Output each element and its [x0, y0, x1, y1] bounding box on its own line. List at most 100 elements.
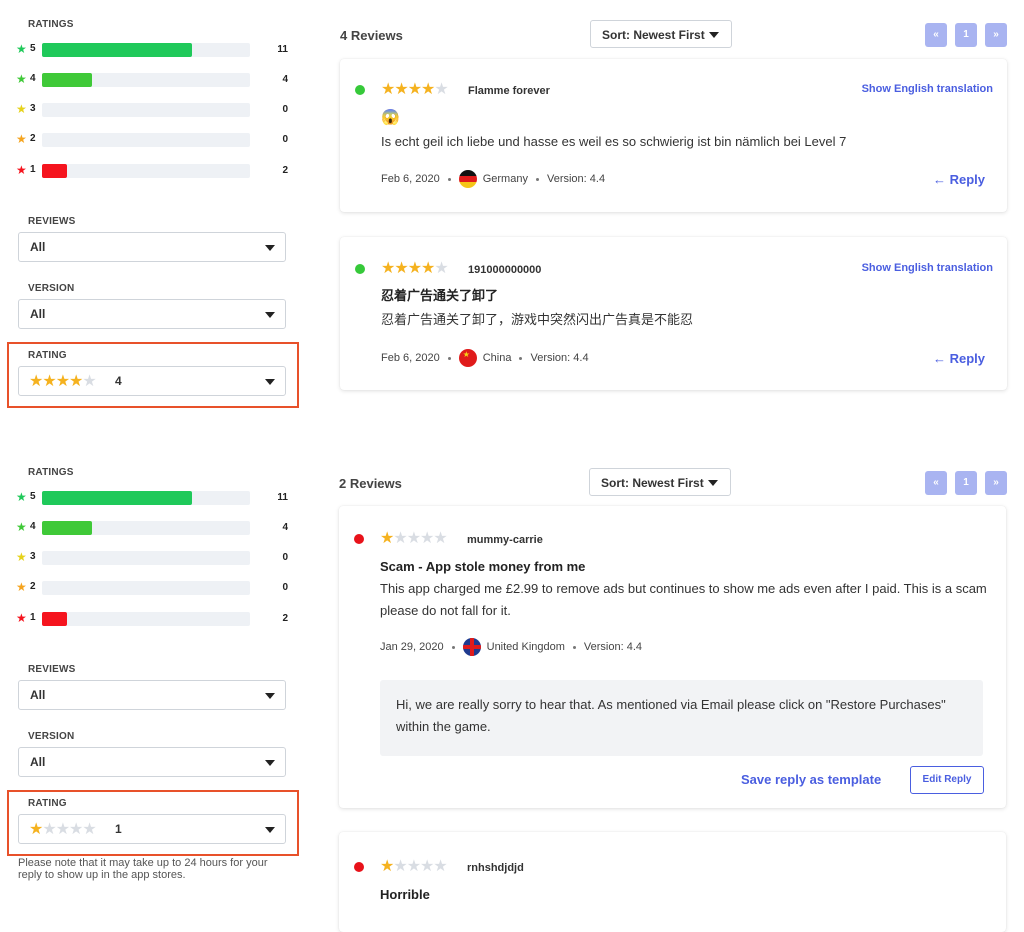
review-card: ★★★★★ Flamme forever Show English transl… [340, 59, 1007, 212]
review-author: rnhshdjdjd [467, 862, 524, 874]
rating-filter-stars-icon: ★★★★★ [29, 821, 97, 838]
caret-down-icon [265, 827, 275, 833]
review-country: United Kingdom [486, 641, 565, 653]
review-stars-icon: ★★★★★ [380, 530, 448, 547]
rating-level: 5 [30, 43, 36, 54]
rating-bar-track [42, 581, 250, 595]
rating-bar-track [42, 612, 250, 626]
review-panel-rating-1: RATINGS ★ 5 11 ★ 4 4 ★ 3 0 ★ 2 0 ★ 1 2 R… [0, 448, 1024, 932]
rating-count: 11 [277, 492, 288, 503]
rating-row-5[interactable]: ★ 5 11 [14, 490, 294, 505]
reply-delay-note: Please note that it may take up to 24 ho… [18, 857, 268, 881]
page-last-button[interactable]: » [985, 23, 1007, 47]
page-last-button[interactable]: » [985, 471, 1007, 495]
reviews-filter-dropdown[interactable]: All [18, 680, 286, 710]
star-icon: ★ [16, 580, 27, 594]
edit-reply-button[interactable]: Edit Reply [910, 766, 984, 794]
review-count: 2 Reviews [339, 476, 402, 491]
rating-bar-fill [42, 73, 92, 87]
review-title: 忍着广告通关了卸了 [381, 288, 499, 303]
rating-bar-track [42, 491, 250, 505]
rating-row-4[interactable]: ★ 4 4 [14, 520, 294, 535]
rating-count: 2 [282, 613, 288, 624]
review-count: 4 Reviews [340, 28, 403, 43]
star-icon: ★ [16, 611, 27, 625]
review-author: mummy-carrie [467, 534, 543, 546]
developer-reply-text: Hi, we are really sorry to hear that. As… [396, 697, 946, 734]
rating-row-5[interactable]: ★ 5 11 [14, 42, 294, 57]
rating-level: 4 [30, 73, 36, 84]
ratings-title: RATINGS [28, 467, 74, 478]
status-dot [355, 264, 365, 274]
rating-filter-dropdown[interactable]: ★★★★★ 4 [18, 366, 286, 396]
star-icon: ★ [16, 72, 27, 86]
version-filter-dropdown[interactable]: All [18, 747, 286, 777]
rating-level: 5 [30, 491, 36, 502]
version-filter-title: VERSION [28, 283, 75, 294]
sort-dropdown[interactable]: Sort: Newest First [590, 20, 732, 48]
rating-row-1[interactable]: ★ 1 2 [14, 611, 294, 626]
rating-bar-fill [42, 521, 92, 535]
rating-filter-dropdown[interactable]: ★★★★★ 1 [18, 814, 286, 844]
sort-label: Sort: Newest First [602, 28, 705, 42]
caret-down-icon [709, 32, 719, 38]
rating-count: 0 [282, 552, 288, 563]
rating-count: 2 [282, 165, 288, 176]
rating-bar-track [42, 133, 250, 147]
rating-bar-track [42, 43, 250, 57]
reply-button[interactable]: ← Reply [933, 351, 985, 367]
rating-row-3[interactable]: ★ 3 0 [14, 102, 294, 117]
page-first-button[interactable]: « [925, 23, 947, 47]
show-translation-link[interactable]: Show English translation [862, 82, 993, 96]
status-dot [354, 534, 364, 544]
rating-bar-track [42, 103, 250, 117]
reviews-filter-dropdown[interactable]: All [18, 232, 286, 262]
rating-count: 4 [282, 74, 288, 85]
star-icon: ★ [16, 520, 27, 534]
page-first-button[interactable]: « [925, 471, 947, 495]
show-translation-link[interactable]: Show English translation [862, 261, 993, 275]
review-author: 191000000000 [468, 264, 542, 276]
caret-down-icon [265, 312, 275, 318]
review-country: Germany [482, 173, 528, 185]
page-number-button[interactable]: 1 [955, 23, 977, 47]
review-meta: Feb 6, 2020 ★ China Version: 4.4 [381, 349, 589, 368]
review-panel-rating-4: RATINGS ★ 5 11 ★ 4 4 ★ 3 0 ★ 2 0 ★ 1 2 R… [0, 0, 1024, 448]
rating-bar-track [42, 551, 250, 565]
sort-dropdown[interactable]: Sort: Newest First [589, 468, 731, 496]
review-card: ★★★★★ rnhshdjdjd Horrible [339, 832, 1006, 932]
review-body: Is echt geil ich liebe und hasse es weil… [381, 134, 847, 149]
reply-button[interactable]: ← Reply [933, 172, 985, 188]
rating-bar-fill [42, 43, 192, 57]
review-body: 忍着广告通关了卸了，游戏中突然闪出广告真是不能忍 [381, 312, 694, 327]
rating-filter-title: RATING [28, 350, 67, 361]
star-icon: ★ [16, 42, 27, 56]
review-author: Flamme forever [468, 85, 550, 97]
review-date: Feb 6, 2020 [381, 173, 440, 185]
rating-row-3[interactable]: ★ 3 0 [14, 550, 294, 565]
review-date: Feb 6, 2020 [381, 352, 440, 364]
version-filter-dropdown[interactable]: All [18, 299, 286, 329]
review-title: 😱 [381, 109, 400, 126]
germany-flag-icon [458, 170, 477, 189]
rating-row-2[interactable]: ★ 2 0 [14, 132, 294, 147]
rating-row-1[interactable]: ★ 1 2 [14, 163, 294, 178]
star-icon: ★ [16, 490, 27, 504]
save-reply-template-link[interactable]: Save reply as template [741, 772, 881, 787]
review-body: This app charged me £2.99 to remove ads … [380, 581, 987, 618]
version-filter-value: All [30, 307, 46, 321]
caret-down-icon [708, 480, 718, 486]
rating-count: 11 [277, 44, 288, 55]
rating-bar-track [42, 521, 250, 535]
review-title: Scam - App stole money from me [380, 559, 586, 574]
caret-down-icon [265, 760, 275, 766]
review-card: ★★★★★ 191000000000 Show English translat… [340, 237, 1007, 390]
rating-row-4[interactable]: ★ 4 4 [14, 72, 294, 87]
rating-row-2[interactable]: ★ 2 0 [14, 580, 294, 595]
review-version: Version: 4.4 [530, 352, 589, 364]
review-title: Horrible [380, 887, 430, 902]
rating-count: 0 [282, 104, 288, 115]
ratings-title: RATINGS [28, 19, 74, 30]
review-stars-icon: ★★★★★ [381, 260, 449, 277]
page-number-button[interactable]: 1 [955, 471, 977, 495]
